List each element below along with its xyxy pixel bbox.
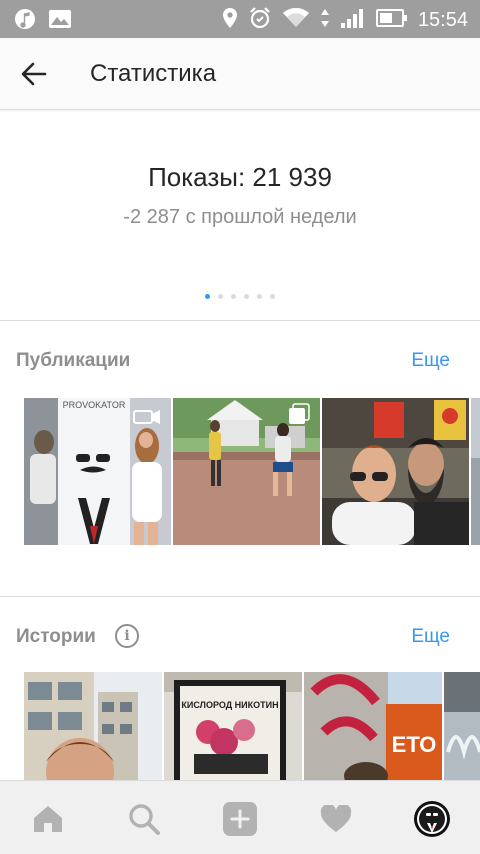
nav-profile[interactable] (412, 799, 452, 839)
status-time: 15:54 (417, 9, 468, 31)
pager-dot (244, 294, 249, 299)
wifi-icon (282, 7, 310, 34)
back-arrow-icon (21, 62, 47, 86)
battery-icon (375, 7, 408, 34)
impressions-change: -2 287 с прошлой недели (123, 206, 357, 228)
back-button[interactable] (14, 56, 54, 92)
nav-search[interactable] (124, 799, 164, 839)
image-icon (48, 8, 71, 30)
pager-dot (231, 294, 236, 299)
statistics-screen: 15:54 Статистика Показы: 21 939 -2 287 с… (0, 0, 480, 854)
pager-dot (270, 294, 275, 299)
publications-more-link[interactable]: Еще (411, 350, 450, 372)
signal-icon (340, 7, 366, 34)
poster-headline-text: КИСЛОРОД НИКОТИН (181, 700, 278, 710)
post-thumbnail[interactable] (322, 398, 469, 545)
alarm-icon (248, 6, 272, 35)
status-bar: 15:54 (0, 0, 480, 38)
info-icon[interactable]: i (115, 624, 139, 648)
story-thumbnail[interactable]: КИСЛОРОД НИКОТИН (164, 672, 302, 780)
nav-activity[interactable] (316, 799, 356, 839)
story-thumbnail[interactable] (24, 672, 162, 780)
page-title: Статистика (90, 60, 217, 87)
home-icon (34, 806, 62, 832)
divider (0, 596, 480, 597)
app-header: Статистика (0, 38, 480, 110)
location-icon (222, 7, 238, 34)
search-icon (129, 804, 160, 835)
music-note-icon (14, 8, 36, 30)
data-arrows-icon (320, 7, 330, 34)
impressions-summary[interactable]: Показы: 21 939 -2 287 с прошлой недели (0, 110, 480, 320)
banner-brand-text: PROVOKATOR (63, 400, 126, 410)
publications-title: Публикации (16, 350, 131, 371)
stories-title: Истории (16, 626, 96, 647)
bottom-navigation (0, 780, 480, 854)
divider (0, 320, 480, 321)
post-thumbnail[interactable]: PROVOKATOR (24, 398, 171, 545)
pager-dot (257, 294, 262, 299)
nav-home[interactable] (28, 799, 68, 839)
post-thumbnail[interactable] (173, 398, 320, 545)
nav-add-post[interactable] (220, 799, 260, 839)
stories-more-link[interactable]: Еще (411, 626, 450, 648)
store-sign-text: ЕТО (392, 732, 437, 757)
pager-dot (218, 294, 223, 299)
story-thumbnail[interactable] (444, 672, 480, 780)
pager-dots (0, 294, 480, 299)
post-thumbnail[interactable] (471, 398, 480, 545)
heart-icon (320, 805, 352, 832)
add-post-icon (223, 802, 257, 836)
profile-avatar (414, 801, 450, 837)
impressions-value: Показы: 21 939 (148, 162, 332, 192)
story-thumbnail[interactable]: ЕТО (304, 672, 442, 780)
pager-dot (205, 294, 210, 299)
